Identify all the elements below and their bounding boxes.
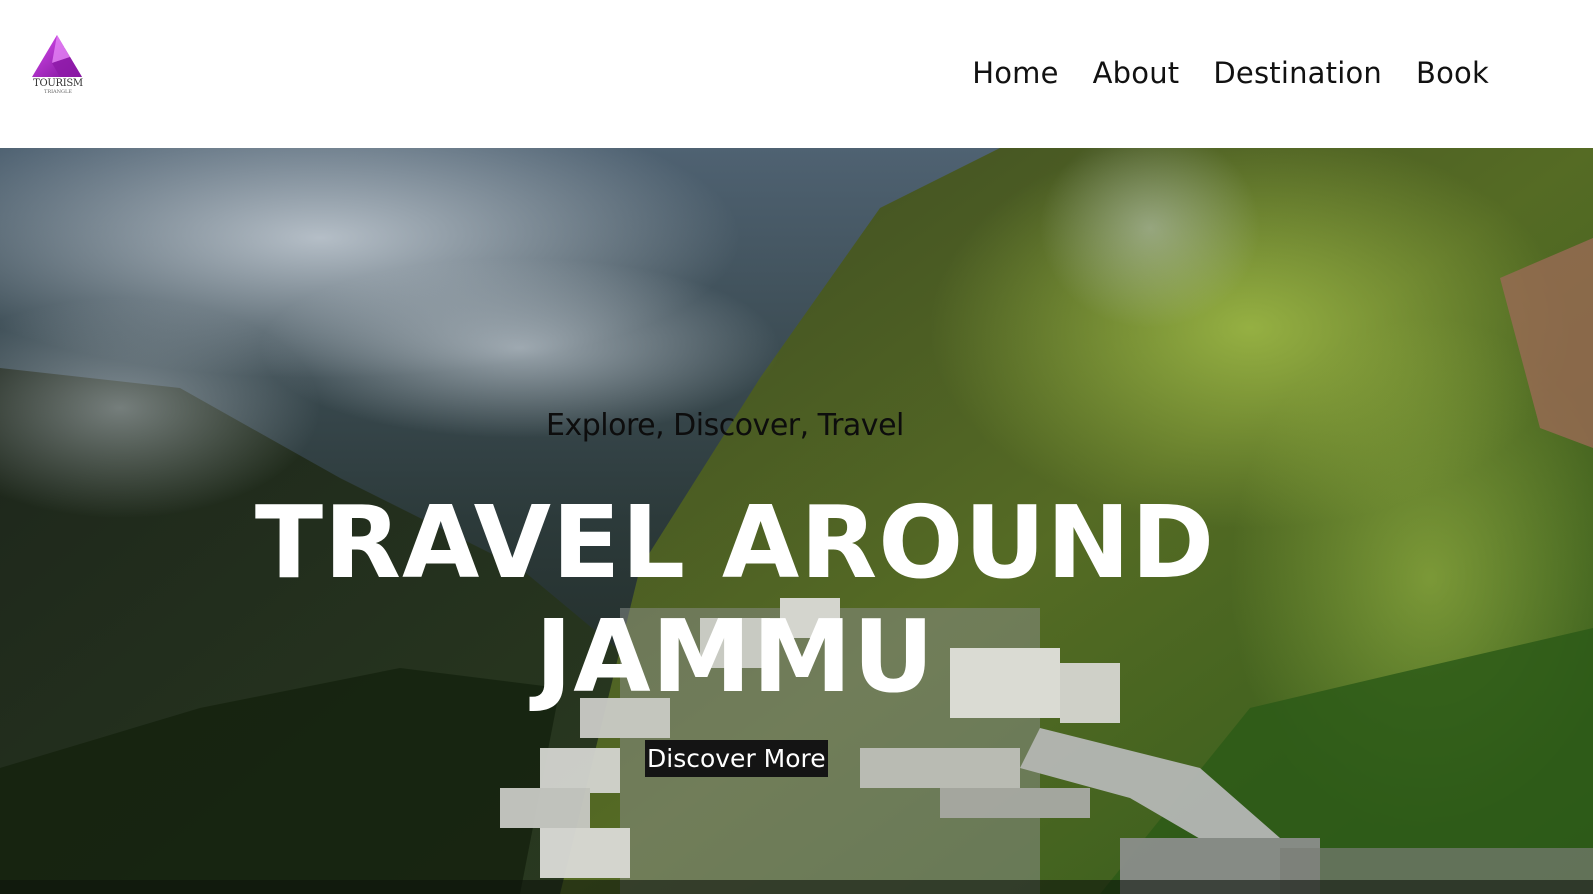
nav-about-link[interactable]: About [1093,56,1180,90]
hero-headline: TRAVEL AROUND JAMMU [200,486,1270,714]
page: TOURISM TRIANGLE Home About Destination … [0,0,1593,894]
logo-wordmark: TOURISM [33,78,83,89]
main-nav: Home About Destination Book [972,52,1489,94]
hero-headline-line2: JAMMU [535,598,935,715]
logo-subtext: TRIANGLE [43,89,73,95]
site-logo[interactable]: TOURISM TRIANGLE [28,33,88,99]
site-header: TOURISM TRIANGLE Home About Destination … [0,0,1593,148]
triangle-mountain-icon [32,35,82,77]
hero-tagline: Explore, Discover, Travel [546,408,904,443]
nav-book-link[interactable]: Book [1416,56,1489,90]
hero-section: Explore, Discover, Travel TRAVEL AROUND … [0,148,1593,894]
hero-headline-line1: TRAVEL AROUND [254,484,1216,601]
discover-more-button[interactable]: Discover More [645,740,828,777]
nav-destination-link[interactable]: Destination [1213,56,1382,90]
nav-home-link[interactable]: Home [972,56,1058,90]
